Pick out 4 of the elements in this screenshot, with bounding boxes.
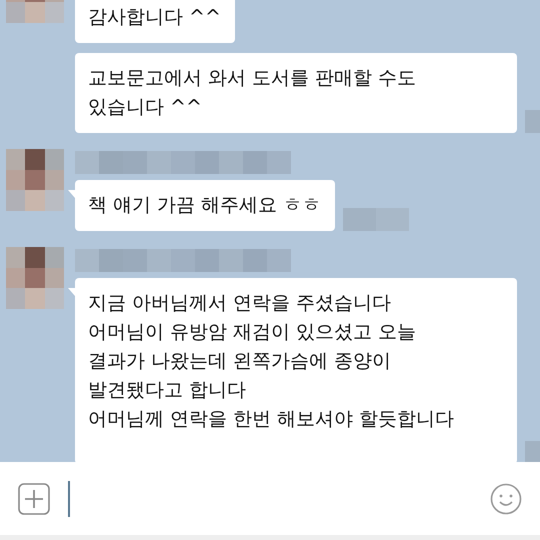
- message-bubble: 지금 아버님께서 연락을 주셨습니다 어머님이 유방암 재검이 있으셨고 오늘 결과가 나왔는데 왼쪽가슴에 종양이 발견됐다고 합니다 어머님께 연락을 한번 해보셔야 할듯합니다: [75, 278, 517, 462]
- message-bubble: 감사합니다 ^^: [75, 0, 235, 43]
- message-bubble: 교보문고에서 와서 도서를 판매할 수도 있습니다 ^^: [75, 53, 517, 133]
- message-bubble: 책 얘기 가끔 해주세요 ㅎㅎ: [75, 180, 336, 231]
